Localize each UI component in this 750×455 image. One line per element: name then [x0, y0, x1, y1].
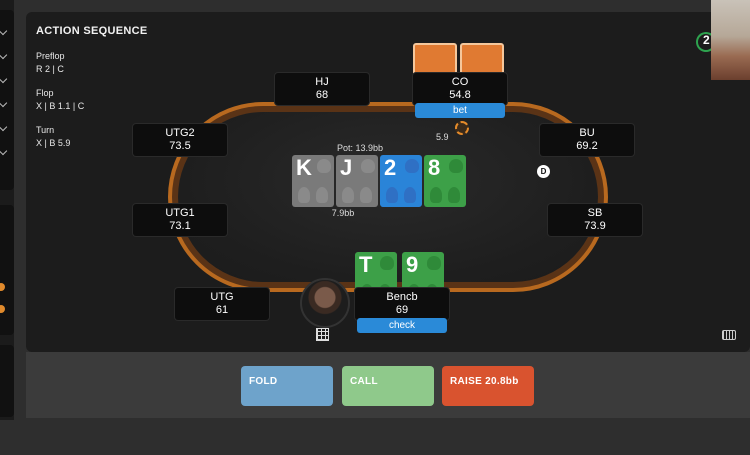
left-rail — [0, 0, 14, 420]
seat-bu[interactable]: BU 69.2 — [540, 124, 634, 156]
seat-name: Bencb — [386, 291, 418, 303]
seat-stack: 73.5 — [169, 140, 191, 152]
board-card: K — [292, 155, 334, 207]
street-label-flop: Flop — [36, 88, 54, 98]
suit-icon — [430, 187, 442, 203]
seat-name: UTG1 — [165, 207, 195, 219]
suit-icon — [449, 159, 463, 173]
suit-icon — [448, 187, 460, 203]
street-actions-flop: X | B 1.1 | C — [36, 101, 85, 111]
seat-stack: 69 — [395, 304, 409, 316]
seat-stack: 73.9 — [584, 220, 606, 232]
bet-amount: 5.9 — [436, 132, 449, 142]
suit-icon — [405, 159, 419, 173]
raise-button[interactable]: RAISE 20.8bb — [442, 366, 534, 406]
suit-icon — [298, 187, 310, 203]
hero-action-tag: check — [357, 318, 447, 333]
facedown-card — [413, 43, 457, 77]
webcam-overlay — [711, 0, 750, 80]
suit-icon — [361, 159, 375, 173]
seat-stack: 54.8 — [449, 89, 471, 101]
dealer-button: D — [537, 165, 550, 178]
seat-stack: 68 — [315, 89, 329, 101]
keyboard-icon[interactable] — [722, 330, 736, 340]
pot-label: Pot: 13.9bb — [336, 143, 384, 153]
card-rank: K — [296, 155, 312, 180]
suit-icon — [380, 256, 394, 270]
board-card: J — [336, 155, 378, 207]
seat-utg[interactable]: UTG 61 — [175, 288, 269, 320]
card-rank: 9 — [406, 252, 419, 277]
seat-name: SB — [587, 207, 603, 219]
seat-hj[interactable]: HJ 68 — [275, 73, 369, 105]
seat-stack: 61 — [215, 304, 229, 316]
street-label-preflop: Preflop — [36, 51, 65, 61]
timer-value: 2 — [703, 33, 710, 47]
seat-stack: 69.2 — [576, 140, 598, 152]
seat-name: UTG2 — [165, 127, 195, 139]
facedown-card — [460, 43, 504, 77]
action-sequence-title: ACTION SEQUENCE — [36, 25, 148, 37]
street-actions-preflop: R 2 | C — [36, 64, 64, 74]
suit-icon — [342, 187, 354, 203]
suit-icon — [386, 187, 398, 203]
rail-panel — [0, 205, 14, 335]
poker-client: ACTION SEQUENCE Preflop R 2 | C Flop X |… — [0, 0, 750, 455]
avatar — [300, 278, 350, 328]
grid-icon[interactable] — [316, 328, 329, 341]
seat-sb[interactable]: SB 73.9 — [548, 204, 642, 236]
rail-panel — [0, 345, 14, 417]
co-action-tag: bet — [415, 103, 505, 118]
seat-utg1[interactable]: UTG1 73.1 — [133, 204, 227, 236]
fold-button[interactable]: FOLD — [241, 366, 333, 406]
seat-name: HJ — [315, 76, 329, 88]
seat-name: BU — [579, 127, 595, 139]
board-card: 2 — [380, 155, 422, 207]
seat-stack: 73.1 — [169, 220, 191, 232]
call-button[interactable]: CALL — [342, 366, 434, 406]
suit-icon — [360, 187, 372, 203]
seat-hero[interactable]: Bencb 69 — [355, 288, 449, 320]
pot-amount: 7.9bb — [331, 208, 355, 218]
card-rank: 8 — [428, 155, 441, 180]
chip-icon — [455, 121, 469, 135]
suit-icon — [317, 159, 331, 173]
seat-utg2[interactable]: UTG2 73.5 — [133, 124, 227, 156]
card-rank: 2 — [384, 155, 397, 180]
seat-name: UTG — [210, 291, 234, 303]
seat-co[interactable]: CO 54.8 — [413, 73, 507, 105]
board-card: 8 — [424, 155, 466, 207]
suit-icon — [316, 187, 328, 203]
seat-name: CO — [451, 76, 469, 88]
card-rank: T — [359, 252, 373, 277]
card-rank: J — [340, 155, 353, 180]
suit-icon — [404, 187, 416, 203]
suit-icon — [427, 256, 441, 270]
